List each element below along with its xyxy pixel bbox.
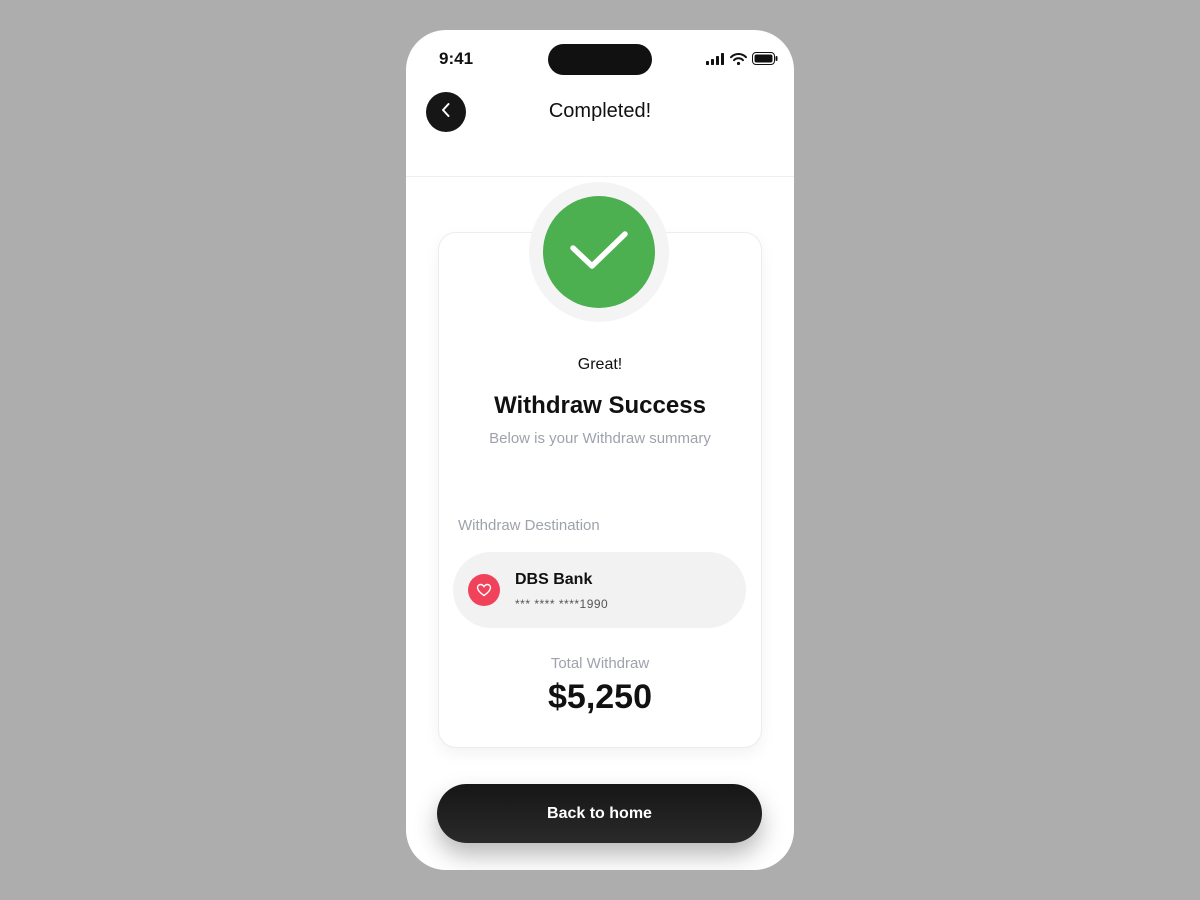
back-to-home-button[interactable]: Back to home: [437, 784, 762, 843]
bank-account-item[interactable]: DBS Bank *** **** ****1990: [453, 552, 746, 628]
success-badge: [529, 182, 669, 322]
bank-account-number: *** **** ****1990: [515, 597, 609, 611]
destination-label: Withdraw Destination: [458, 517, 600, 534]
total-amount: $5,250: [548, 678, 652, 716]
dynamic-island: [548, 44, 652, 75]
page-title: Completed!: [548, 100, 652, 122]
battery-icon: [752, 52, 778, 70]
success-greeting: Great!: [577, 356, 623, 373]
signal-icon: [706, 52, 725, 70]
phone-screen: 9:41 Completed! Great! Withdraw Success …: [406, 30, 794, 870]
status-time: 9:41: [439, 49, 474, 68]
wifi-icon: [730, 52, 747, 70]
status-bar: 9:41: [406, 30, 794, 90]
checkmark-icon: [567, 226, 631, 279]
bank-heart-logo-icon: [468, 574, 500, 606]
header: Completed!: [406, 90, 794, 177]
success-circle: [543, 196, 655, 308]
total-label: Total Withdraw: [550, 655, 650, 672]
success-subtitle: Below is your Withdraw summary: [489, 430, 711, 447]
bank-name: DBS Bank: [515, 571, 593, 588]
success-title: Withdraw Success: [494, 392, 706, 419]
status-icons: [706, 52, 778, 70]
